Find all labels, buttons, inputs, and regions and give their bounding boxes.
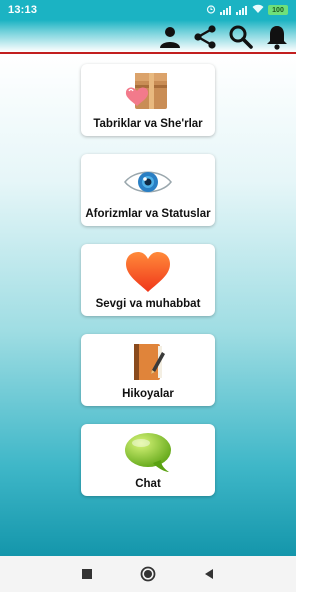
wifi-icon [252, 4, 264, 17]
person-icon[interactable] [156, 24, 184, 50]
recents-square-icon[interactable] [79, 566, 95, 582]
menu-card-tabriklar[interactable]: Tabriklar va She'rlar [81, 64, 215, 136]
battery-icon: 100 [268, 5, 288, 15]
bell-icon[interactable] [263, 24, 291, 50]
main-menu: Tabriklar va She'rlar Aforizmlar va Stat… [0, 56, 296, 556]
menu-card-aforizmlar[interactable]: Aforizmlar va Statuslar [81, 154, 215, 226]
notebook-pencil-icon [81, 338, 215, 386]
menu-card-label: Aforizmlar va Statuslar [85, 208, 211, 220]
status-icons: 100 [206, 4, 288, 17]
menu-card-label: Chat [135, 478, 161, 490]
menu-card-label: Sevgi va muhabbat [95, 298, 201, 310]
menu-card-sevgi[interactable]: Sevgi va muhabbat [81, 244, 215, 316]
home-circle-icon[interactable] [140, 566, 156, 582]
chat-bubble-icon [81, 428, 215, 476]
search-icon[interactable] [227, 24, 255, 50]
eye-icon [81, 158, 215, 206]
menu-card-label: Hikoyalar [122, 388, 174, 400]
system-nav-bar [0, 556, 296, 592]
menu-card-chat[interactable]: Chat [81, 424, 215, 496]
app-toolbar [0, 20, 296, 54]
alarm-icon [206, 4, 216, 17]
heart-icon [81, 248, 215, 296]
gift-box-heart-icon [81, 68, 215, 116]
menu-card-label: Tabriklar va She'rlar [93, 118, 203, 130]
status-bar: 13:13 100 [0, 0, 296, 20]
back-triangle-icon[interactable] [201, 566, 217, 582]
signal-icon [236, 5, 248, 15]
menu-card-hikoyalar[interactable]: Hikoyalar [81, 334, 215, 406]
status-time: 13:13 [8, 4, 38, 16]
signal-icon [220, 5, 232, 15]
share-icon[interactable] [191, 24, 219, 50]
